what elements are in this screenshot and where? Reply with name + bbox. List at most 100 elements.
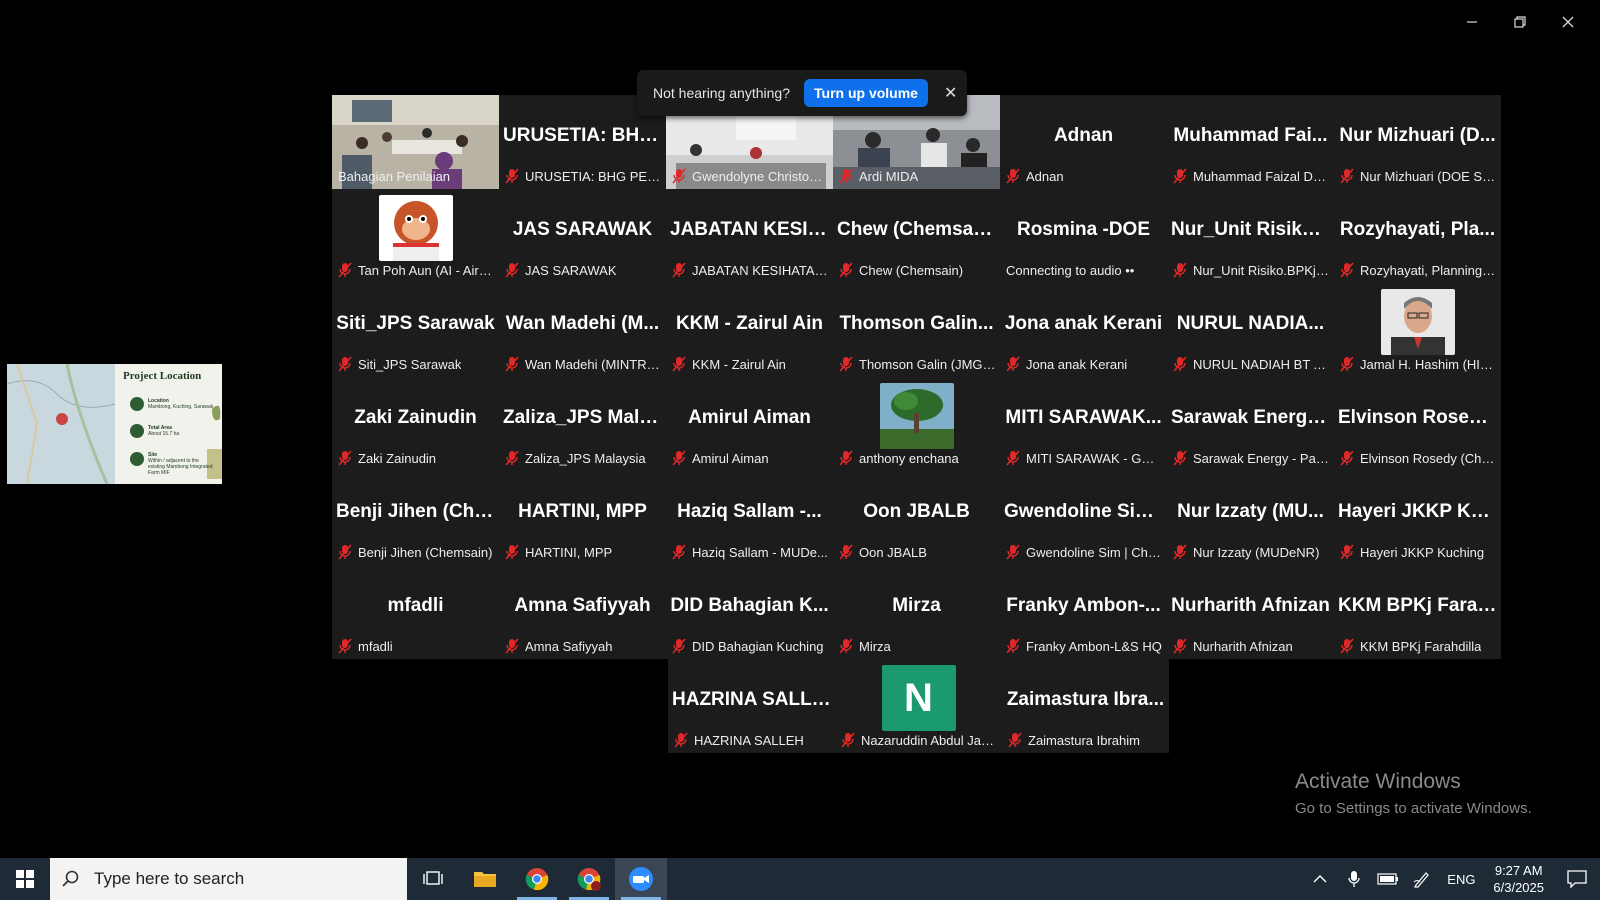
participant-name: Rozyhayati, Planning J... — [1360, 262, 1497, 278]
chrome-button[interactable] — [511, 858, 563, 900]
close-banner-icon[interactable]: ✕ — [944, 83, 957, 103]
muted-mic-icon — [672, 262, 686, 278]
participant-tile[interactable]: KKM - Zairul Ain KKM - Zairul Ain — [666, 283, 833, 377]
participant-tile[interactable]: Adnan Adnan — [1000, 95, 1167, 189]
window-controls — [1448, 8, 1592, 36]
muted-mic-icon — [672, 544, 686, 560]
clock[interactable]: 9:27 AM 6/3/2025 — [1483, 862, 1554, 896]
gallery-extra-row: HAZRINA SALLEH HAZRINA SALLEH N Nazaruddin … — [668, 659, 1169, 753]
participant-tile[interactable]: Amna Safiyyah Amna Safiyyah — [499, 565, 666, 659]
zoom-button[interactable] — [615, 858, 667, 900]
shared-screen-thumbnail[interactable]: Project Location Location Mambong, Kuchin… — [7, 364, 222, 484]
participant-name: Nurharith Afnizan — [1193, 638, 1293, 654]
participant-tile[interactable]: JAS SARAWAK JAS SARAWAK — [499, 189, 666, 283]
participant-display-name: HAZRINA SALLEH — [672, 689, 835, 710]
participant-name-label: Jona anak Kerani — [1006, 355, 1163, 373]
chrome-icon — [525, 868, 549, 891]
participant-name-label: Wan Madehi (MINTRE... — [505, 355, 662, 373]
participant-name-label: anthony enchana — [839, 449, 996, 467]
pen-tray-button[interactable] — [1405, 858, 1439, 900]
windows-logo-icon — [16, 870, 34, 888]
participant-name: Siti_JPS Sarawak — [358, 356, 462, 372]
show-hidden-icons-button[interactable] — [1303, 858, 1337, 900]
participant-tile[interactable]: Benji Jihen (Che... Benji Jihen (Chemsain… — [332, 471, 499, 565]
participant-tile[interactable]: Gwendoline Sim... Gwendoline Sim | Che... — [1000, 471, 1167, 565]
close-window-button[interactable] — [1544, 8, 1592, 36]
participant-tile[interactable]: Nur Izzaty (MU... Nur Izzaty (MUDeNR) — [1167, 471, 1334, 565]
participant-tile[interactable]: Zaki Zainudin Zaki Zainudin — [332, 377, 499, 471]
participant-display-name: Oon JBALB — [863, 501, 970, 522]
participant-tile[interactable]: NURUL NADIA... NURUL NADIAH BT AH... — [1167, 283, 1334, 377]
participant-tile[interactable]: anthony enchana — [833, 377, 1000, 471]
participant-name-label: Amirul Aiman — [672, 449, 829, 467]
language-indicator[interactable]: ENG — [1439, 858, 1483, 900]
participant-tile[interactable]: Amirul Aiman Amirul Aiman — [666, 377, 833, 471]
participant-name-label: MITI SARAWAK - GRIF... — [1006, 449, 1163, 467]
participant-display-name: Nur Izzaty (MU... — [1177, 501, 1324, 522]
muted-mic-icon — [338, 638, 352, 654]
participant-tile[interactable]: KKM BPKj Farah... KKM BPKj Farahdilla — [1334, 565, 1501, 659]
participant-tile[interactable]: HAZRINA SALLEH HAZRINA SALLEH — [668, 659, 835, 753]
start-button[interactable] — [0, 858, 50, 900]
participant-tile[interactable]: Haziq Sallam -... Haziq Sallam - MUDe... — [666, 471, 833, 565]
participant-tile[interactable]: N Nazaruddin Abdul Jabar — [835, 659, 1002, 753]
participant-tile[interactable]: MITI SARAWAK... MITI SARAWAK - GRIF... — [1000, 377, 1167, 471]
microphone-tray-button[interactable] — [1337, 858, 1371, 900]
participant-tile[interactable]: Muhammad Fai... Muhammad Faizal DO... — [1167, 95, 1334, 189]
participant-name-label: Nur Mizhuari (DOE Su... — [1340, 167, 1497, 185]
task-view-button[interactable] — [407, 858, 459, 900]
participant-name: HAZRINA SALLEH — [694, 732, 804, 748]
participant-tile[interactable]: Tan Poh Aun (AI - Air Q... — [332, 189, 499, 283]
participant-name: Zaliza_JPS Malaysia — [525, 450, 646, 466]
participant-tile[interactable]: Franky Ambon-... Franky Ambon-L&S HQ — [1000, 565, 1167, 659]
participant-display-name: Gwendoline Sim... — [1004, 501, 1167, 522]
action-center-button[interactable] — [1554, 858, 1600, 900]
participant-display-name: mfadli — [387, 595, 444, 616]
file-explorer-button[interactable] — [459, 858, 511, 900]
participant-tile[interactable]: Nur Mizhuari (D... Nur Mizhuari (DOE Su..… — [1334, 95, 1501, 189]
participant-name: Tan Poh Aun (AI - Air Q... — [358, 262, 495, 278]
participant-display-name: Rosmina -DOE — [1016, 219, 1151, 240]
participant-tile[interactable]: Jamal H. Hashim (HIA ... — [1334, 283, 1501, 377]
participant-name-label: Nazaruddin Abdul Jabar — [841, 731, 998, 749]
participant-tile[interactable]: Mirza Mirza — [833, 565, 1000, 659]
zoom-icon — [629, 867, 653, 891]
participant-tile[interactable]: Siti_JPS Sarawak Siti_JPS Sarawak — [332, 283, 499, 377]
pen-icon — [1414, 872, 1430, 888]
participant-display-name: Benji Jihen (Che... — [336, 501, 499, 522]
participant-tile[interactable]: mfadli mfadli — [332, 565, 499, 659]
participant-tile[interactable]: JABATAN KESIH... JABATAN KESIHATAN ... — [666, 189, 833, 283]
participant-name: Benji Jihen (Chemsain) — [358, 544, 493, 560]
participant-tile[interactable]: Chew (Chemsain) Chew (Chemsain) — [833, 189, 1000, 283]
participant-display-name: Muhammad Fai... — [1173, 125, 1328, 146]
participant-name-label: Nur Izzaty (MUDeNR) — [1173, 543, 1330, 561]
chrome-profile-button[interactable] — [563, 858, 615, 900]
taskbar-search-box[interactable]: Type here to search — [50, 858, 407, 900]
minimize-button[interactable] — [1448, 8, 1496, 36]
muted-mic-icon — [674, 732, 688, 748]
participant-tile[interactable]: Nur_Unit Risiko.... Nur_Unit Risiko.BPKj.… — [1167, 189, 1334, 283]
battery-tray-button[interactable] — [1371, 858, 1405, 900]
participant-tile[interactable]: Zaliza_JPS Mala... Zaliza_JPS Malaysia — [499, 377, 666, 471]
participant-tile[interactable]: Jona anak Kerani Jona anak Kerani — [1000, 283, 1167, 377]
participant-tile[interactable]: Bahagian Penilaian — [332, 95, 499, 189]
participant-tile[interactable]: Sarawak Energy... Sarawak Energy - Pang..… — [1167, 377, 1334, 471]
participant-tile[interactable]: Nurharith Afnizan Nurharith Afnizan — [1167, 565, 1334, 659]
participant-tile[interactable]: Oon JBALB Oon JBALB — [833, 471, 1000, 565]
participant-tile[interactable]: DID Bahagian K... DID Bahagian Kuching — [666, 565, 833, 659]
participant-name: JABATAN KESIHATAN ... — [692, 262, 829, 278]
participant-tile[interactable]: Rosmina -DOE Connecting to audio •• — [1000, 189, 1167, 283]
participant-tile[interactable]: Thomson Galin... Thomson Galin (JMG S... — [833, 283, 1000, 377]
muted-mic-icon — [1173, 450, 1187, 466]
participant-tile[interactable]: Wan Madehi (M... Wan Madehi (MINTRE... — [499, 283, 666, 377]
turn-up-volume-button[interactable]: Turn up volume — [804, 79, 928, 107]
participant-display-name: Nur_Unit Risiko.... — [1171, 219, 1334, 240]
restore-button[interactable] — [1496, 8, 1544, 36]
participant-tile[interactable]: Rozyhayati, Pla... Rozyhayati, Planning J… — [1334, 189, 1501, 283]
participant-tile[interactable]: Zaimastura Ibra... Zaimastura Ibrahim — [1002, 659, 1169, 753]
participant-tile[interactable]: HARTINI, MPP HARTINI, MPP — [499, 471, 666, 565]
participant-name-label: Mirza — [839, 637, 996, 655]
participant-tile[interactable]: Elvinson Rosedy... Elvinson Rosedy (Che..… — [1334, 377, 1501, 471]
participant-tile[interactable]: Hayeri JKKP Ku... Hayeri JKKP Kuching — [1334, 471, 1501, 565]
participant-name: Amirul Aiman — [692, 450, 769, 466]
